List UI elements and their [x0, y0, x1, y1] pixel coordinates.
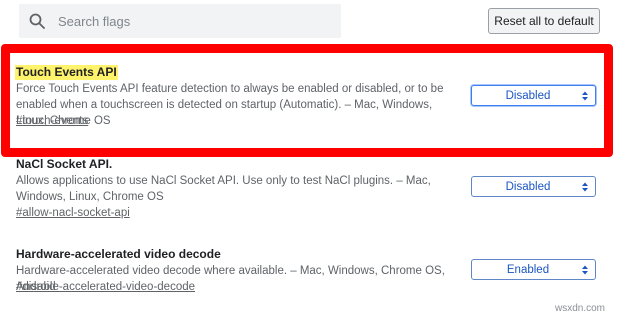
flag-title: NaCl Socket API. [16, 157, 113, 171]
reset-all-button[interactable]: Reset all to default [488, 8, 600, 34]
search-box[interactable] [19, 4, 341, 38]
select-value: Disabled [505, 180, 551, 193]
flag-link[interactable]: #disable-accelerated-video-decode [16, 279, 195, 295]
highlight-annotation-box [1, 44, 613, 157]
flag-link[interactable]: #allow-nacl-socket-api [16, 205, 130, 221]
select-arrows-icon [578, 263, 592, 276]
select-value: Enabled [506, 263, 550, 276]
flag-select[interactable]: Disabled [471, 176, 596, 197]
search-input[interactable] [56, 12, 320, 30]
watermark: wsxdn.com [554, 303, 605, 314]
flag-title: Hardware-accelerated video decode [16, 247, 221, 261]
flag-description: Allows applications to use NaCl Socket A… [16, 175, 431, 203]
flag-select[interactable]: Enabled [471, 259, 596, 280]
search-icon [28, 12, 46, 30]
flag-nacl-socket: NaCl Socket API. Allows applications to … [16, 155, 606, 219]
flag-hardware-video-decode: Hardware-accelerated video decode Hardwa… [16, 245, 606, 293]
select-arrows-icon [578, 180, 592, 193]
